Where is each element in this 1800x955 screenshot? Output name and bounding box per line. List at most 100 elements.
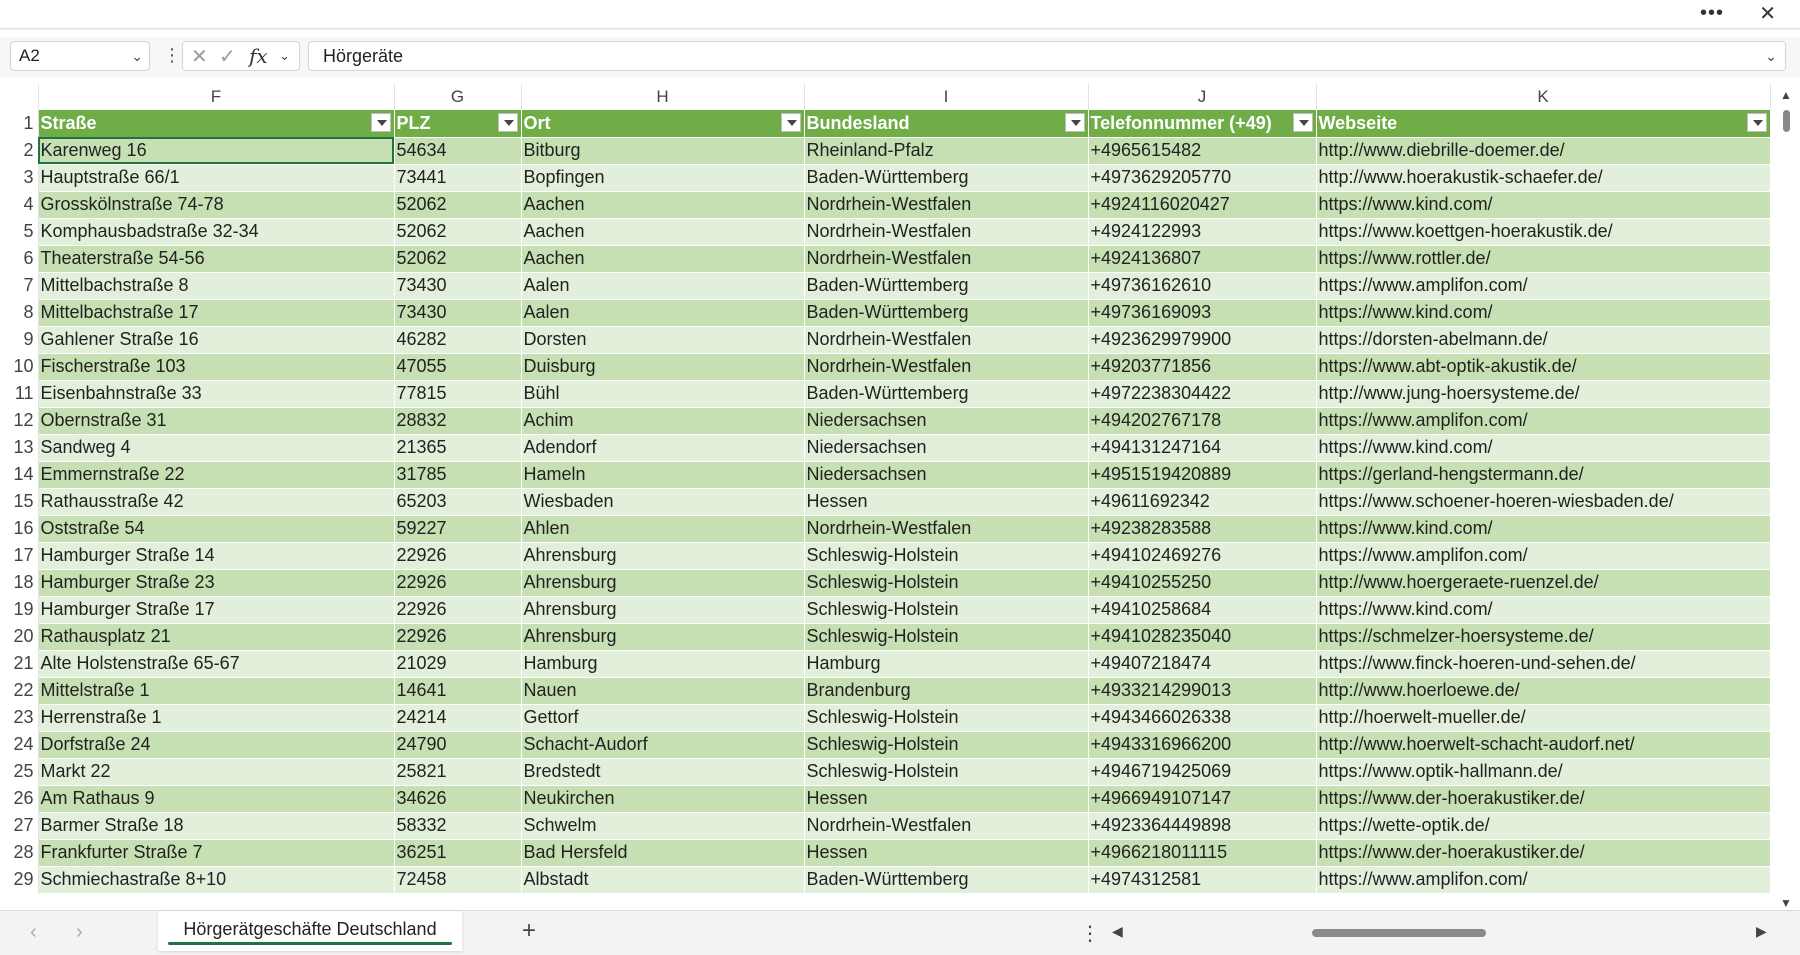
table-cell[interactable]: +4924122993 — [1088, 218, 1317, 246]
more-options-icon[interactable]: ••• — [1700, 0, 1724, 28]
table-cell[interactable]: Hameln — [521, 461, 805, 489]
table-cell[interactable]: Ahrensburg — [521, 569, 805, 597]
table-cell[interactable]: Schleswig-Holstein — [804, 623, 1089, 651]
table-cell[interactable]: http://www.hoerloewe.de/ — [1316, 677, 1771, 705]
row-number[interactable]: 10 — [0, 353, 39, 380]
row-number[interactable]: 16 — [0, 515, 39, 542]
table-cell[interactable]: Frankfurter Straße 7 — [38, 839, 395, 867]
table-cell[interactable]: 14641 — [394, 677, 522, 705]
table-cell[interactable]: +4951519420889 — [1088, 461, 1317, 489]
table-cell[interactable]: 22926 — [394, 569, 522, 597]
table-cell[interactable]: 34626 — [394, 785, 522, 813]
table-cell[interactable]: Neukirchen — [521, 785, 805, 813]
table-cell[interactable]: Achim — [521, 407, 805, 435]
header-cell-webseite[interactable]: Webseite — [1316, 110, 1771, 138]
row-number[interactable]: 22 — [0, 677, 39, 704]
row-number[interactable]: 12 — [0, 407, 39, 434]
table-cell[interactable]: +4974312581 — [1088, 866, 1317, 894]
table-cell[interactable]: Am Rathaus 9 — [38, 785, 395, 813]
column-header-h[interactable]: H — [521, 84, 805, 110]
row-number[interactable]: 2 — [0, 137, 39, 164]
vertical-dots-icon[interactable]: ⋮ — [163, 45, 181, 66]
table-cell[interactable]: https://www.koettgen-hoerakustik.de/ — [1316, 218, 1771, 246]
table-cell[interactable]: Sandweg 4 — [38, 434, 395, 462]
table-cell[interactable]: Aalen — [521, 272, 805, 300]
vertical-scrollbar[interactable]: ▲ ▼ — [1780, 88, 1792, 910]
table-cell[interactable]: Schleswig-Holstein — [804, 758, 1089, 786]
table-cell[interactable]: +49203771856 — [1088, 353, 1317, 381]
row-number[interactable]: 15 — [0, 488, 39, 515]
table-cell[interactable]: 59227 — [394, 515, 522, 543]
table-cell[interactable]: Komphausbadstraße 32-34 — [38, 218, 395, 246]
table-cell[interactable]: Gahlener Straße 16 — [38, 326, 395, 354]
table-cell[interactable]: http://www.jung-hoersysteme.de/ — [1316, 380, 1771, 408]
table-cell[interactable]: Markt 22 — [38, 758, 395, 786]
table-cell[interactable]: Schacht-Audorf — [521, 731, 805, 759]
filter-dropdown-icon[interactable] — [780, 113, 801, 132]
row-number[interactable]: 20 — [0, 623, 39, 650]
table-cell[interactable]: https://www.finck-hoeren-und-sehen.de/ — [1316, 650, 1771, 678]
table-cell[interactable]: Wiesbaden — [521, 488, 805, 516]
table-cell[interactable]: Nordrhein-Westfalen — [804, 812, 1089, 840]
row-number[interactable]: 8 — [0, 299, 39, 326]
table-cell[interactable]: +49736162610 — [1088, 272, 1317, 300]
table-cell[interactable]: +49238283588 — [1088, 515, 1317, 543]
table-cell[interactable]: http://www.hoergeraete-ruenzel.de/ — [1316, 569, 1771, 597]
table-cell[interactable]: https://www.kind.com/ — [1316, 515, 1771, 543]
table-cell[interactable]: +49736169093 — [1088, 299, 1317, 327]
table-cell[interactable]: https://www.der-hoerakustiker.de/ — [1316, 785, 1771, 813]
table-cell[interactable]: +4972238304422 — [1088, 380, 1317, 408]
row-number[interactable]: 6 — [0, 245, 39, 272]
chevron-down-icon[interactable]: ⌄ — [131, 42, 143, 70]
table-cell[interactable]: 54634 — [394, 137, 522, 165]
table-cell[interactable]: 52062 — [394, 218, 522, 246]
table-cell[interactable]: Fischerstraße 103 — [38, 353, 395, 381]
table-cell[interactable]: Mittelbachstraße 8 — [38, 272, 395, 300]
table-cell[interactable]: https://www.schoener-hoeren-wiesbaden.de… — [1316, 488, 1771, 516]
row-number[interactable]: 23 — [0, 704, 39, 731]
table-cell[interactable]: +4966949107147 — [1088, 785, 1317, 813]
row-number[interactable]: 13 — [0, 434, 39, 461]
header-cell-ort[interactable]: Ort — [521, 110, 805, 138]
scroll-thumb[interactable] — [1783, 110, 1790, 132]
filter-dropdown-icon[interactable] — [497, 113, 518, 132]
table-cell[interactable]: Albstadt — [521, 866, 805, 894]
table-cell[interactable]: https://dorsten-abelmann.de/ — [1316, 326, 1771, 354]
table-cell[interactable]: http://www.diebrille-doemer.de/ — [1316, 137, 1771, 165]
table-cell[interactable]: Hamburger Straße 14 — [38, 542, 395, 570]
table-cell[interactable]: Schleswig-Holstein — [804, 731, 1089, 759]
table-cell[interactable]: Baden-Württemberg — [804, 164, 1089, 192]
row-number[interactable]: 1 — [0, 110, 39, 137]
row-number[interactable]: 11 — [0, 380, 39, 407]
table-cell[interactable]: Bad Hersfeld — [521, 839, 805, 867]
table-cell[interactable]: 47055 — [394, 353, 522, 381]
table-cell[interactable]: 21365 — [394, 434, 522, 462]
table-cell[interactable]: Niedersachsen — [804, 434, 1089, 462]
table-cell[interactable]: https://gerland-hengstermann.de/ — [1316, 461, 1771, 489]
row-number[interactable]: 9 — [0, 326, 39, 353]
row-number[interactable]: 4 — [0, 191, 39, 218]
table-cell[interactable]: https://www.der-hoerakustiker.de/ — [1316, 839, 1771, 867]
select-all-corner[interactable] — [0, 84, 39, 110]
previous-sheet-icon[interactable]: ‹ — [30, 921, 37, 944]
table-cell[interactable]: Nordrhein-Westfalen — [804, 191, 1089, 219]
column-header-i[interactable]: I — [804, 84, 1089, 110]
table-cell[interactable]: Mittelstraße 1 — [38, 677, 395, 705]
table-cell[interactable]: Dorfstraße 24 — [38, 731, 395, 759]
table-cell[interactable]: Aalen — [521, 299, 805, 327]
table-cell[interactable]: Schwelm — [521, 812, 805, 840]
table-cell[interactable]: Schleswig-Holstein — [804, 542, 1089, 570]
row-number[interactable]: 24 — [0, 731, 39, 758]
table-cell[interactable]: 77815 — [394, 380, 522, 408]
table-cell[interactable]: Nordrhein-Westfalen — [804, 515, 1089, 543]
table-cell[interactable]: 28832 — [394, 407, 522, 435]
table-cell[interactable]: Eisenbahnstraße 33 — [38, 380, 395, 408]
table-cell[interactable]: 58332 — [394, 812, 522, 840]
table-cell[interactable]: 36251 — [394, 839, 522, 867]
table-cell[interactable]: 31785 — [394, 461, 522, 489]
table-cell[interactable]: 22926 — [394, 542, 522, 570]
table-cell[interactable]: +49410258684 — [1088, 596, 1317, 624]
table-cell[interactable]: Rathausplatz 21 — [38, 623, 395, 651]
column-header-g[interactable]: G — [394, 84, 522, 110]
table-cell[interactable]: +4946719425069 — [1088, 758, 1317, 786]
